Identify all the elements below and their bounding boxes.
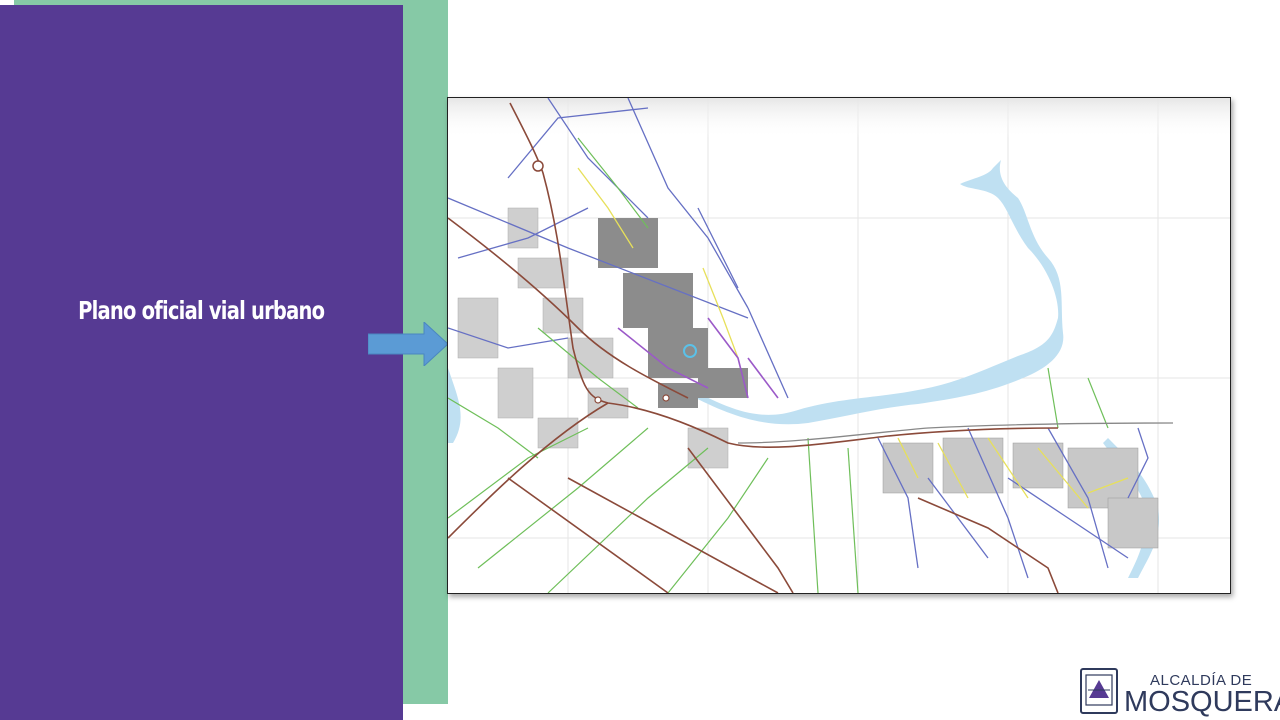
roads-blue [448, 98, 1149, 579]
urban-blocks-east [882, 437, 1159, 549]
municipality-logo: ALCALDÍA DE MOSQUERA [1078, 664, 1280, 718]
urban-blocks-center [598, 218, 748, 408]
shield-seal-icon [1080, 668, 1118, 714]
title-panel [0, 5, 403, 720]
urban-road-map [447, 97, 1231, 594]
right-arrow-icon [368, 322, 448, 366]
logo-text-line2: MOSQUERA [1124, 686, 1280, 718]
slide-title: Plano oficial vial urbano [78, 296, 325, 325]
